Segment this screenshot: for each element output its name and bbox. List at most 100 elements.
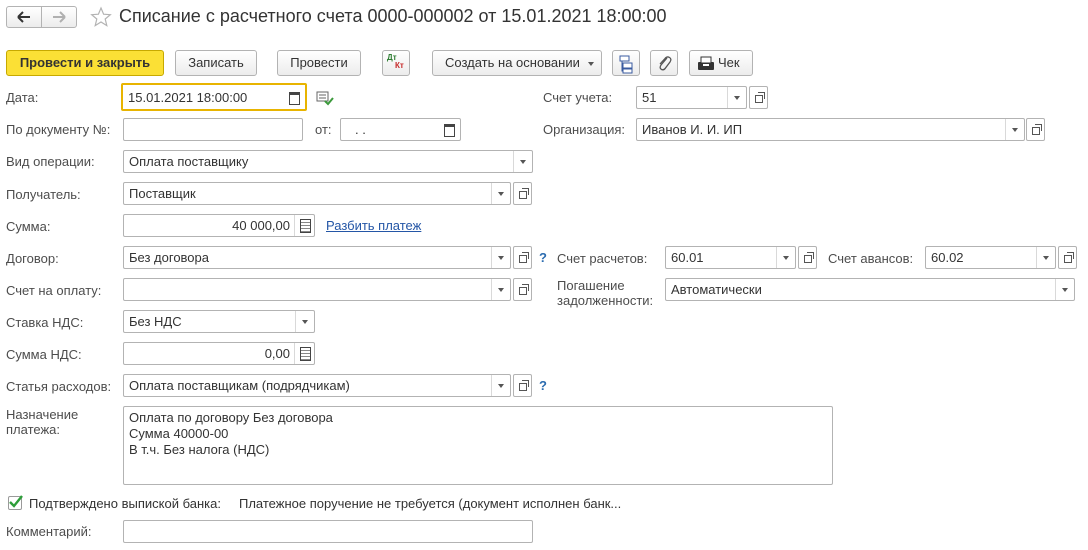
chevron-down-icon[interactable] <box>491 375 510 396</box>
expense-field[interactable]: Оплата поставщикам (подрядчикам) <box>123 374 511 397</box>
org-field[interactable]: Иванов И. И. ИП <box>636 118 1025 141</box>
optype-label: Вид операции: <box>6 154 95 169</box>
purpose-label-line1: Назначение <box>6 407 79 422</box>
dt-kt-button[interactable]: Дт Кт <box>382 50 410 76</box>
debt-label-line2: задолженности: <box>557 293 654 308</box>
open-icon[interactable] <box>749 86 768 109</box>
help-icon[interactable]: ? <box>539 250 547 265</box>
chevron-down-icon[interactable] <box>776 247 795 268</box>
open-icon[interactable] <box>513 182 532 205</box>
contract-label: Договор: <box>6 251 59 266</box>
from-date-field[interactable]: . . <box>340 118 461 141</box>
back-button[interactable] <box>6 6 42 28</box>
split-payment-link[interactable]: Разбить платеж <box>326 218 421 233</box>
date-value: 15.01.2021 18:00:00 <box>128 90 248 105</box>
chevron-down-icon[interactable] <box>491 279 510 300</box>
contract-field[interactable]: Без договора <box>123 246 511 269</box>
vat-rate-value: Без НДС <box>129 314 182 329</box>
debt-field[interactable]: Автоматически <box>665 278 1075 301</box>
chevron-down-icon[interactable] <box>1036 247 1055 268</box>
help-icon[interactable]: ? <box>539 378 547 393</box>
calculator-icon[interactable] <box>294 215 314 236</box>
open-icon[interactable] <box>1026 118 1045 141</box>
paperclip-icon <box>659 56 672 71</box>
from-label: от: <box>315 122 332 137</box>
vat-rate-field[interactable]: Без НДС <box>123 310 315 333</box>
open-icon[interactable] <box>513 278 532 301</box>
receipt-label: Чек <box>718 55 740 70</box>
page-title: Списание с расчетного счета 0000-000002 … <box>119 6 667 26</box>
open-icon[interactable] <box>1058 246 1077 269</box>
comment-label: Комментарий: <box>6 524 92 539</box>
post-and-close-button[interactable]: Провести и закрыть <box>6 50 164 76</box>
sum-value: 40 000,00 <box>232 218 290 233</box>
purpose-textarea[interactable]: Оплата по договору Без договора Сумма 40… <box>123 406 833 485</box>
vat-sum-field[interactable]: 0,00 <box>123 342 315 365</box>
hierarchy-icon <box>619 55 633 74</box>
date-label: Дата: <box>6 90 39 105</box>
receipt-button[interactable]: Чек <box>689 50 753 76</box>
account-field[interactable]: 51 <box>636 86 747 109</box>
star-icon[interactable] <box>90 6 112 28</box>
sum-label: Сумма: <box>6 219 51 234</box>
advance-field[interactable]: 60.02 <box>925 246 1056 269</box>
org-label: Организация: <box>543 122 626 137</box>
save-button[interactable]: Записать <box>175 50 257 76</box>
cash-register-icon <box>698 56 714 70</box>
bank-confirmed-label: Подтверждено выпиской банка: <box>29 496 221 511</box>
arrow-left-icon <box>17 11 30 23</box>
vat-sum-label: Сумма НДС: <box>6 347 82 362</box>
purpose-line-2: Сумма 40000-00 <box>129 426 229 441</box>
open-icon[interactable] <box>798 246 817 269</box>
bank-confirmed-checkbox[interactable] <box>8 495 23 510</box>
chevron-down-icon[interactable] <box>727 87 746 108</box>
chevron-down-icon[interactable] <box>1055 279 1074 300</box>
forward-button[interactable] <box>41 6 77 28</box>
advance-label: Счет авансов: <box>828 251 914 266</box>
settle-value: 60.01 <box>671 250 704 265</box>
open-icon[interactable] <box>513 246 532 269</box>
recipient-value: Поставщик <box>129 186 196 201</box>
create-based-on-label: Создать на основании <box>445 55 580 70</box>
chevron-down-icon[interactable] <box>491 247 510 268</box>
docnum-field[interactable] <box>123 118 303 141</box>
payment-order-status: Платежное поручение не требуется (докуме… <box>239 496 622 511</box>
chevron-down-icon[interactable] <box>491 183 510 204</box>
chevron-down-icon[interactable] <box>513 151 532 172</box>
account-value: 51 <box>642 90 657 105</box>
advance-value: 60.02 <box>931 250 964 265</box>
checkmark-icon <box>9 495 23 508</box>
purpose-line-3: В т.ч. Без налога (НДС) <box>129 442 270 457</box>
expense-label: Статья расходов: <box>6 379 112 394</box>
settle-field[interactable]: 60.01 <box>665 246 796 269</box>
structure-button[interactable] <box>612 50 640 76</box>
expense-value: Оплата поставщикам (подрядчикам) <box>129 378 350 393</box>
chevron-down-icon <box>588 62 594 66</box>
invoice-field[interactable] <box>123 278 511 301</box>
post-button[interactable]: Провести <box>277 50 361 76</box>
chevron-down-icon[interactable] <box>295 311 314 332</box>
recipient-field[interactable]: Поставщик <box>123 182 511 205</box>
calculator-icon[interactable] <box>294 343 314 364</box>
attachments-button[interactable] <box>650 50 678 76</box>
docnum-label: По документу №: <box>6 122 111 137</box>
chevron-down-icon[interactable] <box>1005 119 1024 140</box>
org-value: Иванов И. И. ИП <box>642 122 743 137</box>
kt-label: Кт <box>395 61 404 70</box>
comment-field[interactable] <box>123 520 533 543</box>
optype-field[interactable]: Оплата поставщику <box>123 150 533 173</box>
invoice-label: Счет на оплату: <box>6 283 102 298</box>
sum-field[interactable]: 40 000,00 <box>123 214 315 237</box>
status-list-icon[interactable] <box>316 90 334 106</box>
calendar-icon[interactable] <box>438 119 460 140</box>
purpose-label-line2: платежа: <box>6 422 60 437</box>
arrow-right-icon <box>53 11 66 23</box>
settle-label: Счет расчетов: <box>557 251 648 266</box>
create-based-on-button[interactable]: Создать на основании <box>432 50 602 76</box>
date-field[interactable]: 15.01.2021 18:00:00 <box>121 83 307 111</box>
vat-sum-value: 0,00 <box>264 346 290 361</box>
calendar-icon[interactable] <box>283 87 305 108</box>
open-icon[interactable] <box>513 374 532 397</box>
contract-value: Без договора <box>129 250 209 265</box>
debt-value: Автоматически <box>671 282 762 297</box>
